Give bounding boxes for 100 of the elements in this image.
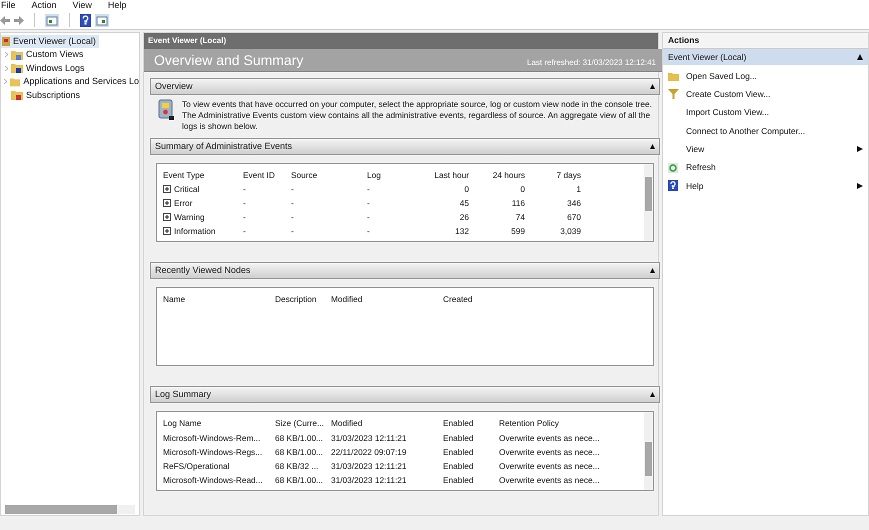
filter-icon [668,89,679,100]
menu-item[interactable]: Action [32,0,57,11]
column-header[interactable]: Last hour [419,168,469,182]
table-cell-text: Enabled [443,432,474,444]
column-header[interactable]: Size (Curre... [275,417,331,430]
table-cell: 0 [464,182,469,196]
table-cell-text: Microsoft-Windows-Rem... [163,432,262,444]
column-header[interactable]: Modified [331,417,443,430]
column-header[interactable]: Created [443,292,549,306]
table-cell-text: 22/11/2022 09:07:19 [331,446,408,458]
section-header[interactable]: Log Summary [150,386,660,403]
menu-item[interactable]: File [1,0,16,11]
folder-icon [11,90,23,100]
table-cell-text: Microsoft-Windows-Read... [163,474,264,486]
section-title: Log Summary [155,388,212,401]
tree-item[interactable]: Windows Logs [26,62,85,75]
column-header[interactable]: 7 days [525,168,581,182]
table-cell-text: Overwrite events as nece... [499,474,601,486]
collapse-icon[interactable] [650,84,655,89]
event-log-icon [158,99,174,121]
actions-group-header[interactable]: Event Viewer (Local) [663,49,868,65]
refresh-icon [668,162,678,173]
table-cell-text: Enabled [443,474,474,486]
action-link[interactable]: Refresh [686,161,863,174]
tree-item[interactable]: Event Viewer (Local) [1,35,99,48]
column-header[interactable]: Enabled [443,417,499,430]
computer-log-icon [1,36,11,47]
column-header[interactable]: Modified [331,292,443,306]
table-cell-text: Enabled [443,460,474,472]
column-header[interactable]: Event ID [243,168,291,182]
table-cell: Error [174,196,192,210]
table-cell: 599 [511,224,525,238]
collapse-icon[interactable] [650,144,655,149]
submenu-arrow-icon[interactable] [857,146,863,152]
expand-box-icon[interactable] [163,227,171,235]
last-refreshed: Last refreshed: 31/03/2023 12:12:41 [527,57,656,69]
action-link[interactable]: Connect to Another Computer... [686,124,863,138]
table-cell: 346 [567,196,581,210]
column-header[interactable]: Log Name [163,417,275,430]
action-link[interactable]: Help [686,180,857,192]
expand-box-icon[interactable] [163,185,171,193]
tree-item[interactable]: Custom Views [26,48,84,62]
table-cell-text: 68 KB/32 ... [275,460,320,472]
action-link[interactable]: View [686,142,857,156]
column-header[interactable]: Retention Policy [499,417,619,430]
tree-item[interactable]: Applications and Services Lo [23,75,139,88]
table-cell-text: Overwrite events as nece... [499,432,601,444]
table-cell: Critical [174,182,200,196]
column-header[interactable]: Source [291,168,367,182]
table-cell: - [291,182,294,196]
table-cell: 3,039 [560,224,581,238]
help-icon[interactable] [80,14,91,26]
overview-text: To view events that have occurred on your computer, select the appropriate source, log or custom view node in the console tree. The Administrative Events custom view contains all the administrative events, regardless of source. An aggregate view of all the logs is shown below. [182,99,652,132]
table-cell: - [367,182,370,196]
table-cell: 670 [567,210,581,224]
menu-item[interactable]: Help [108,0,126,11]
table-cell: - [243,182,246,196]
scrollbar[interactable] [644,164,653,241]
expand-box-icon[interactable] [163,213,171,221]
console-tree-icon[interactable] [45,14,59,26]
section-title: Overview [155,80,193,93]
actions-group-title: Event Viewer (Local) [668,50,746,64]
section-header[interactable]: Summary of Administrative Events [150,138,660,155]
action-pane-icon[interactable] [95,14,109,26]
help-icon [668,180,678,192]
section-header[interactable]: Overview [150,78,660,95]
table-cell-text: ReFS/Operational [163,460,230,472]
scrollbar[interactable] [644,412,653,490]
table-cell: - [291,224,294,238]
column-header[interactable]: Description [275,292,331,306]
column-header[interactable]: Log [367,168,419,182]
scroll-thumb[interactable] [645,442,652,476]
expand-box-icon[interactable] [163,199,171,207]
page-heading: Overview and Summary [154,51,304,69]
collapse-icon[interactable] [650,392,655,397]
folder-icon [11,50,23,60]
folder-icon [10,76,20,87]
menu-item[interactable]: View [72,0,92,11]
action-link[interactable]: Create Custom View... [686,88,863,101]
table-cell-text: 31/03/2023 12:11:21 [331,432,408,444]
back-icon[interactable] [0,16,10,24]
forward-icon[interactable] [14,16,24,24]
folder-icon [11,63,23,74]
collapse-icon[interactable] [650,268,655,273]
table-cell-text: Enabled [443,446,474,458]
table-cell: - [291,210,294,224]
table-cell-text: 68 KB/1.00... [275,474,324,486]
section-header[interactable]: Recently Viewed Nodes [150,262,660,279]
action-link[interactable]: Open Saved Log... [686,70,863,83]
table-cell: 45 [460,196,469,210]
action-link[interactable]: Import Custom View... [686,106,863,120]
column-header[interactable]: 24 hours [469,168,525,182]
column-header[interactable]: Event Type [163,168,243,182]
scroll-thumb[interactable] [645,177,652,211]
collapse-icon[interactable] [857,54,863,60]
section-title: Summary of Administrative Events [155,140,292,153]
column-header[interactable]: Name [163,292,275,306]
submenu-arrow-icon[interactable] [857,182,863,189]
tree-item[interactable]: Subscriptions [26,88,80,102]
table-cell: - [367,224,370,238]
